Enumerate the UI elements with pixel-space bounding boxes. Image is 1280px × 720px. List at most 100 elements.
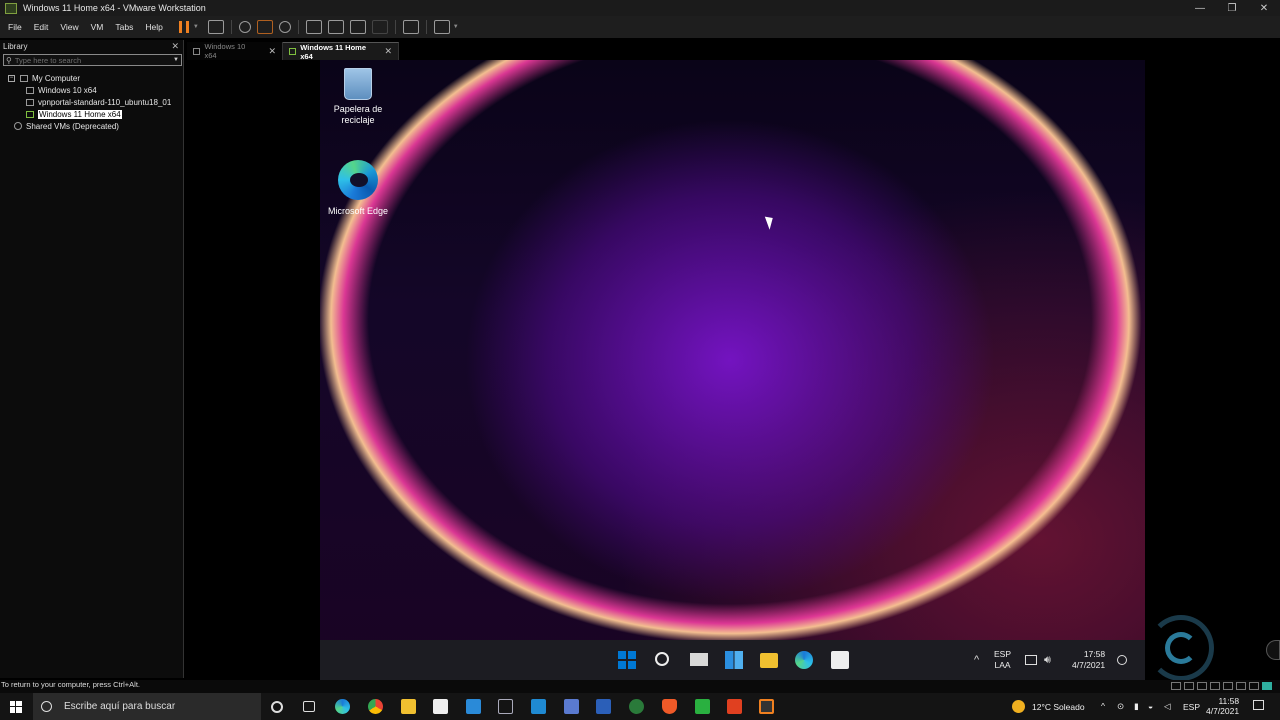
menu-edit[interactable]: Edit xyxy=(28,22,55,32)
status-bar: To return to your computer, press Ctrl+A… xyxy=(0,680,1280,693)
network-tool-icon[interactable] xyxy=(498,699,513,714)
edge-icon[interactable] xyxy=(795,651,813,669)
tree-item-vm[interactable]: Windows 10 x64 xyxy=(0,84,183,96)
menu-tabs[interactable]: Tabs xyxy=(109,22,139,32)
window-controls: — ❐ ✕ xyxy=(1184,0,1280,16)
menu-vm[interactable]: VM xyxy=(85,22,110,32)
tree-item-vm-selected[interactable]: Windows 11 Home x64 xyxy=(0,108,183,120)
notification-icon[interactable] xyxy=(1117,655,1127,665)
library-search-input[interactable] xyxy=(14,55,174,65)
close-tab-icon[interactable]: ✕ xyxy=(384,46,392,57)
weather-sun-icon[interactable] xyxy=(1012,700,1025,713)
camtasia-icon[interactable] xyxy=(695,699,710,714)
task-view-icon[interactable] xyxy=(303,701,315,712)
toolbar-divider xyxy=(425,20,427,34)
console-view-icon[interactable] xyxy=(402,20,419,34)
channel-logo-icon xyxy=(1148,615,1214,681)
word-icon[interactable] xyxy=(596,699,611,714)
computer-icon xyxy=(20,74,28,82)
floppy-icon[interactable] xyxy=(564,699,579,714)
chevron-down-icon[interactable]: ▼ xyxy=(453,24,459,30)
cd-drive-icon[interactable] xyxy=(1184,682,1194,690)
chrome-icon[interactable] xyxy=(368,699,383,714)
cortana-icon[interactable] xyxy=(271,701,283,713)
recorder-icon[interactable] xyxy=(727,699,742,714)
usb-icon[interactable] xyxy=(1210,682,1220,690)
start-icon[interactable] xyxy=(10,701,22,713)
widgets-icon[interactable] xyxy=(725,651,743,669)
hs-icon[interactable] xyxy=(629,699,644,714)
file-explorer-icon[interactable] xyxy=(760,653,778,668)
chevron-down-icon[interactable]: ▼ xyxy=(193,24,199,30)
tree-item-my-computer[interactable]: − My Computer xyxy=(0,72,183,84)
host-search-box[interactable]: Escribe aquí para buscar xyxy=(33,693,261,720)
stretch-guest-icon[interactable] xyxy=(433,20,450,34)
store-icon[interactable] xyxy=(433,699,448,714)
menu-view[interactable]: View xyxy=(54,22,84,32)
tab-windows-10[interactable]: Windows 10 x64 ✕ xyxy=(187,42,283,60)
restore-button[interactable]: ❐ xyxy=(1216,0,1248,16)
snapshot-icon[interactable] xyxy=(238,21,251,33)
menu-help[interactable]: Help xyxy=(139,22,168,32)
host-taskbar: Escribe aquí para buscar 12°C Soleado ^ … xyxy=(0,693,1280,720)
unity-icon[interactable] xyxy=(371,20,388,34)
microphone-icon[interactable]: ▮ xyxy=(1134,701,1139,712)
printer-icon[interactable] xyxy=(1236,682,1246,690)
wifi-icon[interactable]: ◒ xyxy=(1148,701,1153,711)
tab-windows-11[interactable]: Windows 11 Home x64 ✕ xyxy=(283,42,399,61)
chevron-down-icon[interactable]: ▼ xyxy=(173,57,179,63)
brave-icon[interactable] xyxy=(662,699,677,714)
guest-taskbar: ^ ESP LAA 🔊︎ 17:58 4/7/2021 xyxy=(320,640,1145,680)
volume-icon[interactable]: 🔊︎ xyxy=(1044,654,1051,667)
search-icon[interactable] xyxy=(655,652,669,666)
weather-text[interactable]: 12°C Soleado xyxy=(1032,702,1085,712)
vscode-icon[interactable] xyxy=(531,699,546,714)
menu-file[interactable]: File xyxy=(0,22,28,32)
network-icon[interactable] xyxy=(1025,655,1037,665)
host-search-placeholder: Escribe aquí para buscar xyxy=(64,701,176,712)
thumbnail-bar-icon[interactable] xyxy=(327,20,344,34)
guest-clock[interactable]: 17:58 4/7/2021 xyxy=(1072,649,1105,671)
tree-item-shared-vms[interactable]: Shared VMs (Deprecated) xyxy=(0,120,183,132)
show-library-icon[interactable] xyxy=(305,20,322,34)
action-center-icon[interactable] xyxy=(1253,700,1264,710)
fullscreen-icon[interactable] xyxy=(349,20,366,34)
tree-item-vm[interactable]: vpnportal-standard-110_ubuntu18_01 xyxy=(0,96,183,108)
close-button[interactable]: ✕ xyxy=(1248,0,1280,16)
host-input-language[interactable]: ESP xyxy=(1183,702,1200,712)
vm-running-icon xyxy=(26,110,34,118)
input-language[interactable]: ESP LAA xyxy=(994,649,1011,671)
sync-icon[interactable]: ⊙ xyxy=(1117,701,1124,712)
desktop-icon-edge[interactable]: Microsoft Edge xyxy=(320,160,396,217)
start-icon[interactable] xyxy=(618,651,636,669)
send-keys-icon[interactable] xyxy=(207,20,224,34)
explorer-icon[interactable] xyxy=(401,699,416,714)
library-close-button[interactable]: ✕ xyxy=(171,41,179,52)
tray-chevron-icon[interactable]: ^ xyxy=(1101,701,1105,711)
close-tab-icon[interactable]: ✕ xyxy=(268,46,276,57)
host-clock[interactable]: 11:58 4/7/2021 xyxy=(1206,696,1239,716)
tray-chevron-icon[interactable]: ^ xyxy=(974,654,979,666)
title-bar: Windows 11 Home x64 - VMware Workstation… xyxy=(0,0,1280,16)
desktop-icon-recycle-bin[interactable]: Papelera de reciclaje xyxy=(320,68,396,126)
message-log-icon[interactable] xyxy=(1262,682,1272,690)
volume-icon[interactable]: ◁ xyxy=(1164,701,1171,712)
network-adapter-icon[interactable] xyxy=(1197,682,1207,690)
store-icon[interactable] xyxy=(831,651,849,669)
edge-icon[interactable] xyxy=(335,699,350,714)
display-icon[interactable] xyxy=(1249,682,1259,690)
sound-card-icon[interactable] xyxy=(1223,682,1233,690)
revert-snapshot-icon[interactable] xyxy=(256,20,273,34)
collapse-icon[interactable]: − xyxy=(8,74,15,82)
hard-disk-icon[interactable] xyxy=(1171,682,1181,690)
minimize-button[interactable]: — xyxy=(1184,0,1216,16)
guest-display[interactable]: Papelera de reciclaje Microsoft Edge ^ E… xyxy=(320,60,1145,680)
mail-icon[interactable] xyxy=(466,699,481,714)
snapshot-manager-icon[interactable] xyxy=(278,21,291,33)
side-panel-toggle[interactable] xyxy=(1266,640,1280,660)
library-title: Library xyxy=(3,42,28,51)
pause-icon[interactable] xyxy=(178,21,189,33)
vmware-icon[interactable] xyxy=(759,699,774,714)
task-view-icon[interactable] xyxy=(690,653,708,666)
search-icon: ⚲ xyxy=(6,55,12,65)
